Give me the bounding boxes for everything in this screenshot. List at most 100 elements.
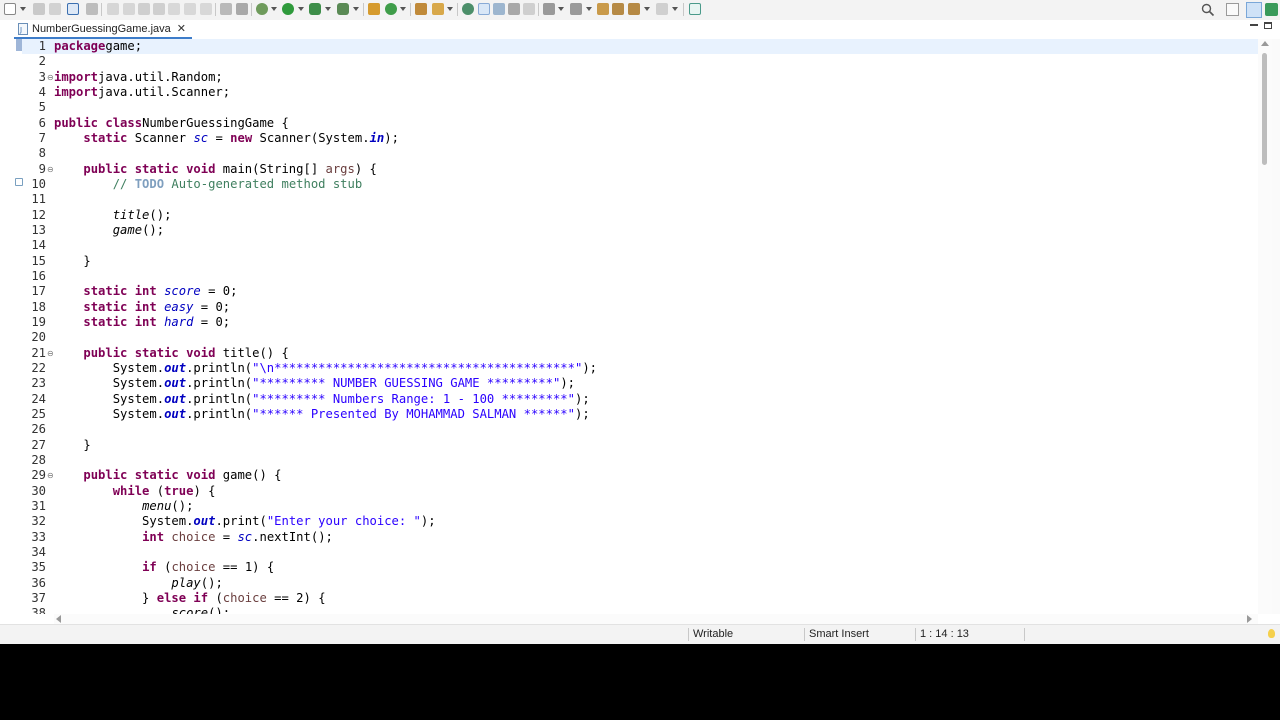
maximize-window-icon[interactable] [67,3,79,15]
pin-editor-icon[interactable] [689,3,701,15]
run-dropdown-icon[interactable] [298,7,304,11]
code-line[interactable]: } else if (choice == 2) { [54,591,325,606]
code-line[interactable]: title(); [54,208,172,223]
code-editor[interactable]: 1 2 3 4 5 6 7 8 9 10 11 12 13 14 15 16 17 18 19 20 21 22 23 24 2… [0,39,1258,614]
save-icon[interactable] [33,3,45,15]
vertical-scrollbar-thumb[interactable] [1262,53,1267,165]
word-wrap-icon[interactable] [508,3,520,15]
coverage-dropdown-icon[interactable] [325,7,331,11]
run-icon[interactable] [282,3,294,15]
previous-annotation-dropdown-icon[interactable] [586,7,592,11]
code-line[interactable]: System.out.println("\n******************… [54,361,597,376]
code-line[interactable]: menu(); [54,499,193,514]
forward-dropdown-icon[interactable] [672,7,678,11]
terminate-icon[interactable] [138,3,150,15]
back-nav-icon[interactable] [628,3,640,15]
last-edit-icon[interactable] [597,3,609,15]
tab-number-guessing-game[interactable]: J NumberGuessingGame.java ✕ [14,20,193,39]
suspend-icon[interactable] [123,3,135,15]
toggle-mark-icon[interactable] [236,3,248,15]
new-dropdown-icon[interactable] [20,7,26,11]
search-dropdown-icon[interactable] [447,7,453,11]
show-paragraph-icon[interactable] [523,3,535,15]
code-line[interactable]: static int score = 0; [54,284,237,299]
next-annotation-icon[interactable] [543,3,555,15]
vertical-ruler[interactable] [14,39,23,614]
code-line[interactable]: int choice = sc.nextInt(); [54,530,333,545]
debug-dropdown-icon[interactable] [271,7,277,11]
search-tool-icon[interactable] [432,3,444,15]
vertical-scrollbar[interactable] [1258,39,1272,614]
code-line[interactable]: public classNumberGuessingGame { [54,116,289,131]
show-whitespace-icon[interactable] [220,3,232,15]
back-icon[interactable] [612,3,624,15]
new-class-dropdown-icon[interactable] [400,7,406,11]
build-icon[interactable] [86,3,98,15]
code-line[interactable]: packagegame; [54,39,142,54]
code-line[interactable]: while (true) { [54,484,216,499]
block-selection-icon[interactable] [493,3,505,15]
code-token: .println( [186,406,253,421]
code-line[interactable]: System.out.print("Enter your choice: "); [54,514,436,529]
code-line[interactable]: static int hard = 0; [54,315,230,330]
step-over-icon[interactable] [184,3,196,15]
status-insert-mode[interactable]: Smart Insert [809,628,869,640]
lightbulb-icon[interactable] [1268,629,1275,638]
fold-collapse-icon[interactable]: ⊖ [47,468,54,483]
fold-collapse-icon[interactable]: ⊖ [47,70,54,85]
code-line[interactable]: } [54,438,90,453]
new-java-package-icon[interactable] [368,3,380,15]
fold-collapse-icon[interactable]: ⊖ [47,162,54,177]
horizontal-scrollbar[interactable] [54,614,1258,624]
disconnect-icon[interactable] [153,3,165,15]
search-icon[interactable] [1201,3,1215,17]
open-type-icon[interactable] [415,3,427,15]
minimize-icon[interactable] [1250,24,1258,26]
new-java-class-icon[interactable] [385,3,397,15]
code-line[interactable]: game(); [54,223,164,238]
back-dropdown-icon[interactable] [644,7,650,11]
code-line[interactable]: if (choice == 1) { [54,560,274,575]
save-all-icon[interactable] [49,3,61,15]
java-perspective-icon[interactable] [1246,2,1262,18]
next-annotation-dropdown-icon[interactable] [558,7,564,11]
code-line[interactable]: importjava.util.Scanner; [54,85,230,100]
code-line[interactable]: } [54,254,90,269]
scroll-right-icon[interactable] [1247,615,1252,623]
external-tools-dropdown-icon[interactable] [353,7,359,11]
fold-collapse-icon[interactable]: ⊖ [47,346,54,361]
code-line[interactable]: static int easy = 0; [54,300,230,315]
code-line[interactable]: public static void main(String[] args) { [54,162,377,177]
step-return-icon[interactable] [200,3,212,15]
code-line[interactable]: System.out.println("********* NUMBER GUE… [54,376,575,391]
close-icon[interactable]: ✕ [177,22,186,35]
code-line[interactable]: score(); [54,606,230,614]
maximize-icon[interactable] [1264,22,1272,29]
code-line[interactable]: static Scanner sc = new Scanner(System.i… [54,131,399,146]
overview-ruler[interactable] [1272,39,1280,614]
code-line[interactable]: // TODO Auto-generated method stub [54,177,363,192]
open-task-icon[interactable] [462,3,474,15]
code-line[interactable]: importjava.util.Random; [54,70,223,85]
debug-perspective-icon[interactable] [1265,3,1278,16]
code-line[interactable]: System.out.println("****** Presented By … [54,407,590,422]
coverage-icon[interactable] [309,3,321,15]
step-into-icon[interactable] [168,3,180,15]
status-cursor-position[interactable]: 1 : 14 : 13 [920,628,969,640]
external-tools-icon[interactable] [337,3,349,15]
open-perspective-icon[interactable] [1226,3,1239,16]
code-line[interactable]: public static void title() { [54,346,288,361]
new-icon[interactable] [4,3,16,15]
code-token: sc [193,130,209,145]
code-line[interactable]: System.out.println("********* Numbers Ra… [54,392,590,407]
resume-icon[interactable] [107,3,119,15]
code-line[interactable]: public static void game() { [54,468,281,483]
mark-occurrences-icon[interactable] [478,3,490,15]
scroll-left-icon[interactable] [56,615,61,623]
previous-annotation-icon[interactable] [570,3,582,15]
scroll-up-icon[interactable] [1261,41,1269,46]
code-line[interactable]: play(); [54,576,222,591]
forward-icon[interactable] [656,3,668,15]
debug-icon[interactable] [256,3,268,15]
